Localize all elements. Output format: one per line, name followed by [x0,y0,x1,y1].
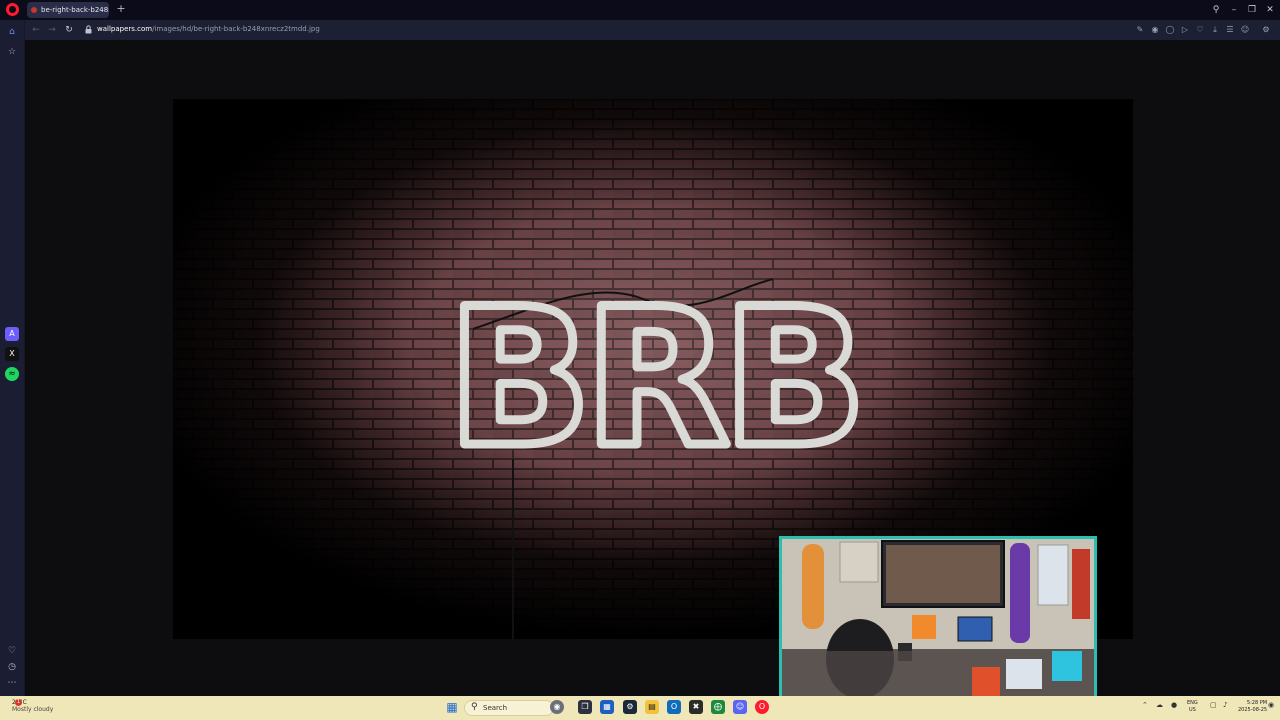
camera-icon[interactable]: ◉ [1148,23,1162,37]
start-icon[interactable]: ▦ [445,700,459,714]
microphone-icon[interactable]: ● [1171,701,1177,709]
display-icon[interactable]: ▢ [1210,701,1217,709]
download-icon[interactable]: ⤓ [1208,23,1222,37]
capcut-icon[interactable]: ✖ [689,700,703,714]
notification-icon[interactable]: ◉ [1268,701,1274,709]
player-icon[interactable]: ▷ [1178,23,1192,37]
sidebar: ⌂ ☆ A X ≈ ♡ ◷ ⋯ [0,20,25,696]
volume-icon[interactable]: ♪ [1223,701,1227,709]
extension-icon[interactable]: ⚙ [1259,23,1273,37]
url-field[interactable]: wallpapers.com/images/hd/be-right-back-b… [97,25,320,33]
taskbar-search[interactable]: ⚲ Search [464,700,554,716]
clock-time: 5:28 PM [1246,700,1268,706]
tray-overflow-icon[interactable]: ⌃ [1142,701,1148,709]
skateboard-decoration [802,544,824,629]
restore-button[interactable]: ❐ [1245,3,1259,17]
home-icon[interactable]: ⌂ [5,25,19,39]
lang-line-1: ENG [1187,700,1198,706]
weather-badge: 1 [15,699,22,706]
weather-condition: Mostly cloudy [12,706,54,713]
webcam-feed [782,539,1094,714]
spotify-icon[interactable]: ≈ [5,367,19,381]
favorite-icon[interactable]: ♡ [1193,23,1207,37]
url-path: /images/hd/be-right-back-b248xnrecz2tmdd… [152,25,320,33]
tab-strip: be-right-back-b248xnrec + ⚲ – ❐ ✕ [0,0,1280,20]
steam-icon[interactable]: ⚙ [623,700,637,714]
network-icon[interactable]: ☁ [1156,701,1163,709]
search-icon: ⚲ [471,702,478,712]
minimize-button[interactable]: – [1227,3,1241,17]
taskbar: 21°C Mostly cloudy 1 ▦ ⚲ Search ◉ ❐ ▦ ⚙ … [0,696,1280,720]
opera-logo-icon[interactable] [6,3,19,16]
vpn-icon[interactable]: ◯ [1163,23,1177,37]
outlook-icon[interactable]: O [667,700,681,714]
profile-icon[interactable]: ☺ [1238,23,1252,37]
close-button[interactable]: ✕ [1263,3,1277,17]
menu-icon[interactable]: ☰ [1223,23,1237,37]
lang-line-2: US [1188,707,1196,713]
xbox-icon[interactable]: ⨁ [711,700,725,714]
webcam-overlay [779,536,1097,717]
tab-favicon-icon [31,7,37,13]
back-button[interactable]: ← [29,23,43,37]
tab-search-icon[interactable]: ⚲ [1209,3,1223,17]
store-icon[interactable]: ▦ [600,700,614,714]
task-view-icon[interactable]: ❐ [578,700,592,714]
clock[interactable]: 5:28 PM 2025-08-25 [1238,700,1267,714]
tab-title: be-right-back-b248xnrec [41,6,109,14]
new-tab-button[interactable]: + [114,2,128,16]
lock-icon[interactable] [85,25,92,34]
history-icon[interactable]: ◷ [5,660,19,674]
url-host: wallpapers.com [97,25,153,33]
reload-button[interactable]: ↻ [62,23,76,37]
heart-icon[interactable]: ♡ [5,644,19,658]
speed-dial-icon[interactable]: ☆ [5,45,19,59]
language-indicator[interactable]: ENG US [1187,700,1198,714]
brb-neon-text: BRB [447,268,859,489]
aria-icon[interactable]: A [5,327,19,341]
x-icon[interactable]: X [5,347,19,361]
file-explorer-icon[interactable]: ▤ [645,700,659,714]
discord-icon[interactable]: ☺ [733,700,747,714]
tab-active[interactable]: be-right-back-b248xnrec [27,2,109,18]
search-label: Search [483,704,508,712]
copilot-icon[interactable]: ◉ [550,700,564,714]
more-icon[interactable]: ⋯ [5,676,19,690]
opera-taskbar-icon[interactable]: O [755,700,769,714]
poster-frame [839,541,879,583]
splash-art [912,615,936,639]
forward-button[interactable]: → [45,23,59,37]
skateboard-purple [1010,543,1030,643]
address-bar: ← → ↻ wallpapers.com/images/hd/be-right-… [25,20,1280,40]
edit-icon[interactable]: ✎ [1133,23,1147,37]
clock-date: 2025-08-25 [1238,707,1268,713]
